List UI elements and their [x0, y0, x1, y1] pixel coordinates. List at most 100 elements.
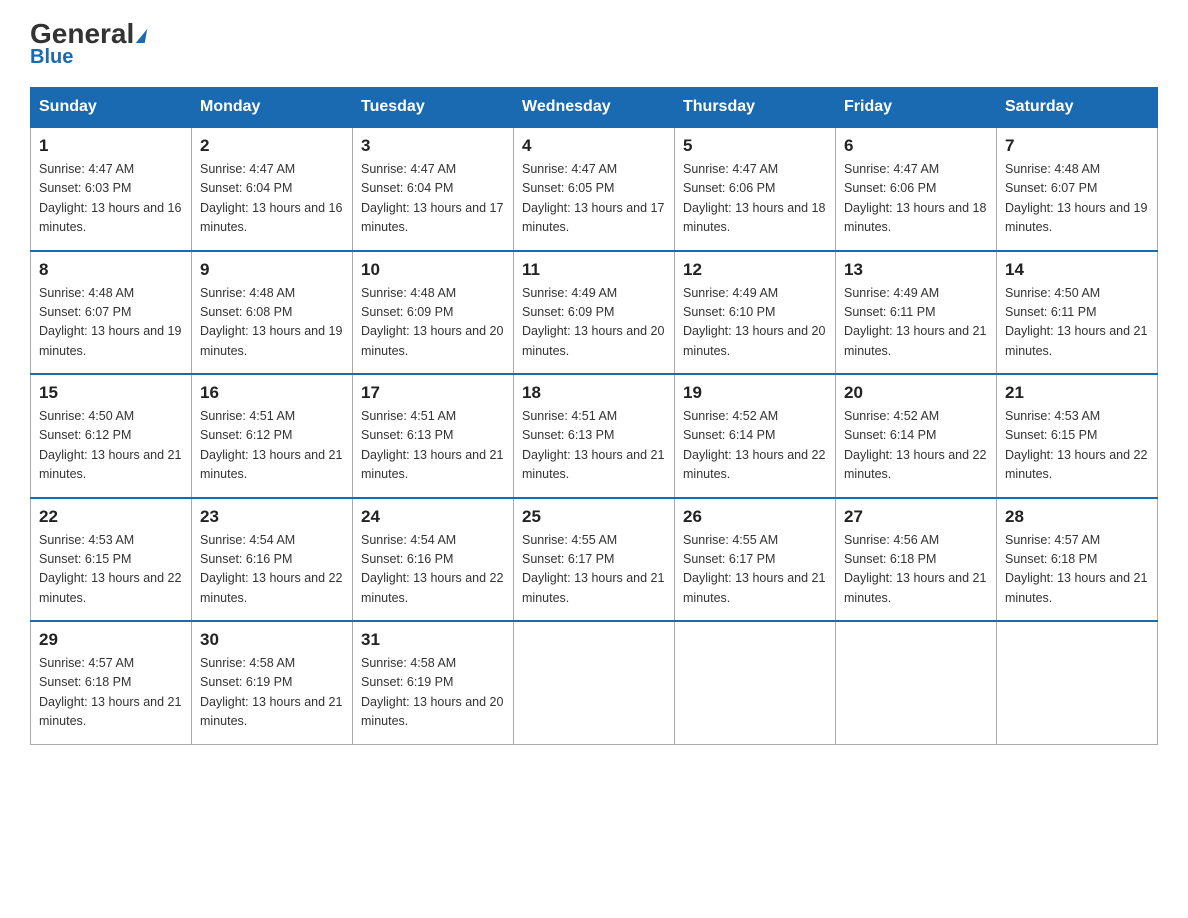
day-number: 4: [522, 136, 666, 156]
day-number: 29: [39, 630, 183, 650]
day-number: 20: [844, 383, 988, 403]
day-info: Sunrise: 4:49 AM Sunset: 6:10 PM Dayligh…: [683, 284, 827, 362]
calendar-day-cell: 7 Sunrise: 4:48 AM Sunset: 6:07 PM Dayli…: [997, 127, 1158, 251]
calendar-day-cell: 2 Sunrise: 4:47 AM Sunset: 6:04 PM Dayli…: [192, 127, 353, 251]
calendar-week-row: 29 Sunrise: 4:57 AM Sunset: 6:18 PM Dayl…: [31, 621, 1158, 744]
calendar-day-cell: 29 Sunrise: 4:57 AM Sunset: 6:18 PM Dayl…: [31, 621, 192, 744]
day-number: 19: [683, 383, 827, 403]
calendar-day-cell: 31 Sunrise: 4:58 AM Sunset: 6:19 PM Dayl…: [353, 621, 514, 744]
weekday-header-cell: Monday: [192, 88, 353, 128]
calendar-week-row: 1 Sunrise: 4:47 AM Sunset: 6:03 PM Dayli…: [31, 127, 1158, 251]
calendar-day-cell: 13 Sunrise: 4:49 AM Sunset: 6:11 PM Dayl…: [836, 251, 997, 375]
calendar-day-cell: [836, 621, 997, 744]
calendar-table: SundayMondayTuesdayWednesdayThursdayFrid…: [30, 87, 1158, 745]
day-info: Sunrise: 4:54 AM Sunset: 6:16 PM Dayligh…: [200, 531, 344, 609]
day-number: 12: [683, 260, 827, 280]
calendar-day-cell: 21 Sunrise: 4:53 AM Sunset: 6:15 PM Dayl…: [997, 374, 1158, 498]
day-number: 26: [683, 507, 827, 527]
day-number: 30: [200, 630, 344, 650]
day-number: 27: [844, 507, 988, 527]
calendar-week-row: 22 Sunrise: 4:53 AM Sunset: 6:15 PM Dayl…: [31, 498, 1158, 622]
day-info: Sunrise: 4:50 AM Sunset: 6:11 PM Dayligh…: [1005, 284, 1149, 362]
calendar-day-cell: 4 Sunrise: 4:47 AM Sunset: 6:05 PM Dayli…: [514, 127, 675, 251]
day-number: 2: [200, 136, 344, 156]
day-info: Sunrise: 4:53 AM Sunset: 6:15 PM Dayligh…: [1005, 407, 1149, 485]
calendar-week-row: 8 Sunrise: 4:48 AM Sunset: 6:07 PM Dayli…: [31, 251, 1158, 375]
calendar-day-cell: 30 Sunrise: 4:58 AM Sunset: 6:19 PM Dayl…: [192, 621, 353, 744]
page-header: General Blue: [30, 20, 1158, 69]
calendar-day-cell: 12 Sunrise: 4:49 AM Sunset: 6:10 PM Dayl…: [675, 251, 836, 375]
day-info: Sunrise: 4:50 AM Sunset: 6:12 PM Dayligh…: [39, 407, 183, 485]
day-info: Sunrise: 4:52 AM Sunset: 6:14 PM Dayligh…: [844, 407, 988, 485]
calendar-day-cell: 11 Sunrise: 4:49 AM Sunset: 6:09 PM Dayl…: [514, 251, 675, 375]
day-number: 11: [522, 260, 666, 280]
day-info: Sunrise: 4:49 AM Sunset: 6:11 PM Dayligh…: [844, 284, 988, 362]
day-number: 10: [361, 260, 505, 280]
day-number: 17: [361, 383, 505, 403]
calendar-day-cell: 20 Sunrise: 4:52 AM Sunset: 6:14 PM Dayl…: [836, 374, 997, 498]
day-info: Sunrise: 4:47 AM Sunset: 6:04 PM Dayligh…: [200, 160, 344, 238]
calendar-day-cell: 25 Sunrise: 4:55 AM Sunset: 6:17 PM Dayl…: [514, 498, 675, 622]
calendar-day-cell: 6 Sunrise: 4:47 AM Sunset: 6:06 PM Dayli…: [836, 127, 997, 251]
calendar-day-cell: 28 Sunrise: 4:57 AM Sunset: 6:18 PM Dayl…: [997, 498, 1158, 622]
weekday-header-row: SundayMondayTuesdayWednesdayThursdayFrid…: [31, 88, 1158, 128]
calendar-day-cell: 19 Sunrise: 4:52 AM Sunset: 6:14 PM Dayl…: [675, 374, 836, 498]
day-number: 16: [200, 383, 344, 403]
calendar-day-cell: 15 Sunrise: 4:50 AM Sunset: 6:12 PM Dayl…: [31, 374, 192, 498]
day-info: Sunrise: 4:57 AM Sunset: 6:18 PM Dayligh…: [1005, 531, 1149, 609]
day-info: Sunrise: 4:54 AM Sunset: 6:16 PM Dayligh…: [361, 531, 505, 609]
day-info: Sunrise: 4:48 AM Sunset: 6:07 PM Dayligh…: [39, 284, 183, 362]
day-number: 31: [361, 630, 505, 650]
day-info: Sunrise: 4:52 AM Sunset: 6:14 PM Dayligh…: [683, 407, 827, 485]
day-number: 13: [844, 260, 988, 280]
calendar-day-cell: 26 Sunrise: 4:55 AM Sunset: 6:17 PM Dayl…: [675, 498, 836, 622]
calendar-day-cell: 9 Sunrise: 4:48 AM Sunset: 6:08 PM Dayli…: [192, 251, 353, 375]
day-info: Sunrise: 4:57 AM Sunset: 6:18 PM Dayligh…: [39, 654, 183, 732]
calendar-day-cell: 24 Sunrise: 4:54 AM Sunset: 6:16 PM Dayl…: [353, 498, 514, 622]
logo: General Blue: [30, 20, 146, 69]
day-number: 25: [522, 507, 666, 527]
day-number: 15: [39, 383, 183, 403]
day-info: Sunrise: 4:48 AM Sunset: 6:08 PM Dayligh…: [200, 284, 344, 362]
day-info: Sunrise: 4:51 AM Sunset: 6:13 PM Dayligh…: [522, 407, 666, 485]
day-number: 24: [361, 507, 505, 527]
day-info: Sunrise: 4:53 AM Sunset: 6:15 PM Dayligh…: [39, 531, 183, 609]
day-info: Sunrise: 4:51 AM Sunset: 6:13 PM Dayligh…: [361, 407, 505, 485]
weekday-header-cell: Saturday: [997, 88, 1158, 128]
day-info: Sunrise: 4:55 AM Sunset: 6:17 PM Dayligh…: [522, 531, 666, 609]
calendar-day-cell: 16 Sunrise: 4:51 AM Sunset: 6:12 PM Dayl…: [192, 374, 353, 498]
day-number: 21: [1005, 383, 1149, 403]
day-info: Sunrise: 4:49 AM Sunset: 6:09 PM Dayligh…: [522, 284, 666, 362]
calendar-day-cell: [514, 621, 675, 744]
calendar-day-cell: 10 Sunrise: 4:48 AM Sunset: 6:09 PM Dayl…: [353, 251, 514, 375]
day-number: 7: [1005, 136, 1149, 156]
logo-blue: Blue: [30, 46, 73, 69]
day-number: 9: [200, 260, 344, 280]
calendar-day-cell: 8 Sunrise: 4:48 AM Sunset: 6:07 PM Dayli…: [31, 251, 192, 375]
weekday-header-cell: Thursday: [675, 88, 836, 128]
calendar-day-cell: 14 Sunrise: 4:50 AM Sunset: 6:11 PM Dayl…: [997, 251, 1158, 375]
day-info: Sunrise: 4:47 AM Sunset: 6:03 PM Dayligh…: [39, 160, 183, 238]
day-info: Sunrise: 4:58 AM Sunset: 6:19 PM Dayligh…: [361, 654, 505, 732]
calendar-day-cell: 22 Sunrise: 4:53 AM Sunset: 6:15 PM Dayl…: [31, 498, 192, 622]
day-number: 14: [1005, 260, 1149, 280]
calendar-day-cell: 3 Sunrise: 4:47 AM Sunset: 6:04 PM Dayli…: [353, 127, 514, 251]
day-number: 22: [39, 507, 183, 527]
day-info: Sunrise: 4:48 AM Sunset: 6:09 PM Dayligh…: [361, 284, 505, 362]
calendar-day-cell: [997, 621, 1158, 744]
day-info: Sunrise: 4:47 AM Sunset: 6:05 PM Dayligh…: [522, 160, 666, 238]
weekday-header-cell: Sunday: [31, 88, 192, 128]
calendar-day-cell: 18 Sunrise: 4:51 AM Sunset: 6:13 PM Dayl…: [514, 374, 675, 498]
day-info: Sunrise: 4:51 AM Sunset: 6:12 PM Dayligh…: [200, 407, 344, 485]
day-info: Sunrise: 4:47 AM Sunset: 6:04 PM Dayligh…: [361, 160, 505, 238]
logo-text: General: [30, 20, 146, 48]
weekday-header-cell: Tuesday: [353, 88, 514, 128]
day-info: Sunrise: 4:58 AM Sunset: 6:19 PM Dayligh…: [200, 654, 344, 732]
day-number: 18: [522, 383, 666, 403]
day-info: Sunrise: 4:48 AM Sunset: 6:07 PM Dayligh…: [1005, 160, 1149, 238]
calendar-body: 1 Sunrise: 4:47 AM Sunset: 6:03 PM Dayli…: [31, 127, 1158, 744]
day-info: Sunrise: 4:55 AM Sunset: 6:17 PM Dayligh…: [683, 531, 827, 609]
day-number: 1: [39, 136, 183, 156]
day-info: Sunrise: 4:47 AM Sunset: 6:06 PM Dayligh…: [683, 160, 827, 238]
weekday-header-cell: Friday: [836, 88, 997, 128]
